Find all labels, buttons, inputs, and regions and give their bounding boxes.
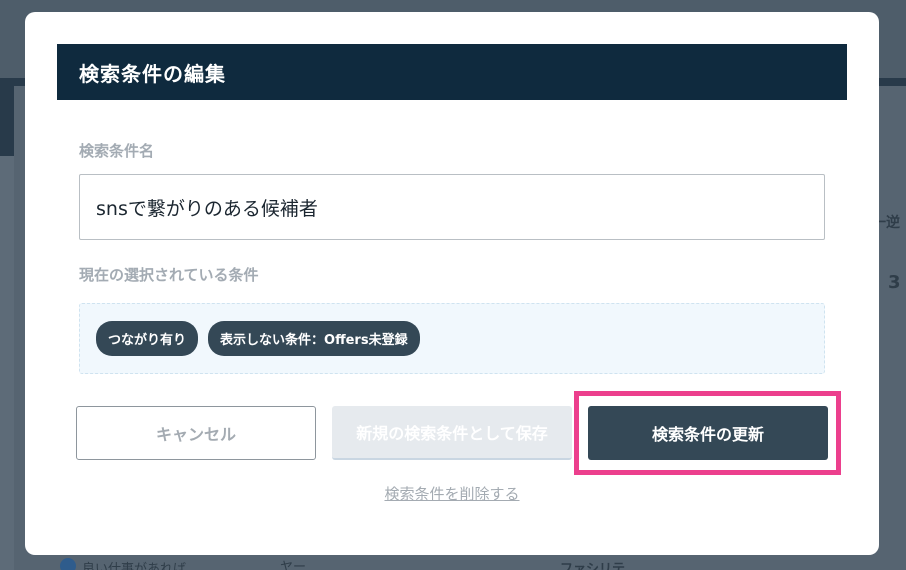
edit-search-condition-modal: 検索条件の編集 検索条件名 現在の選択されている条件 つながり有り 表示しない条… xyxy=(25,12,879,555)
background-side-number: 3 xyxy=(888,272,901,293)
condition-chip-connected: つながり有り xyxy=(96,321,199,356)
condition-chip-hidden-offers: 表示しない条件：Offers未登録 xyxy=(208,321,420,356)
background-bottom-icon xyxy=(60,558,76,570)
search-name-label: 検索条件名 xyxy=(79,142,155,160)
update-search-condition-button[interactable]: 検索条件の更新 xyxy=(588,406,828,460)
cancel-button[interactable]: キャンセル xyxy=(76,406,316,460)
delete-search-condition-link[interactable]: 検索条件を削除する xyxy=(25,483,879,504)
search-name-input[interactable] xyxy=(79,174,825,240)
current-conditions-label: 現在の選択されている条件 xyxy=(79,266,259,284)
save-as-new-button[interactable]: 新規の検索条件として保存 xyxy=(332,406,572,460)
background-bottom-text-right: ファシリテ xyxy=(560,562,626,570)
background-bottom-text-mid: ヤー xyxy=(280,560,307,570)
modal-header: 検索条件の編集 xyxy=(57,44,847,100)
current-conditions-box: つながり有り 表示しない条件：Offers未登録 xyxy=(79,303,825,374)
background-bottom-text: 良い仕事があれば xyxy=(82,562,187,570)
modal-title: 検索条件の編集 xyxy=(79,61,226,86)
